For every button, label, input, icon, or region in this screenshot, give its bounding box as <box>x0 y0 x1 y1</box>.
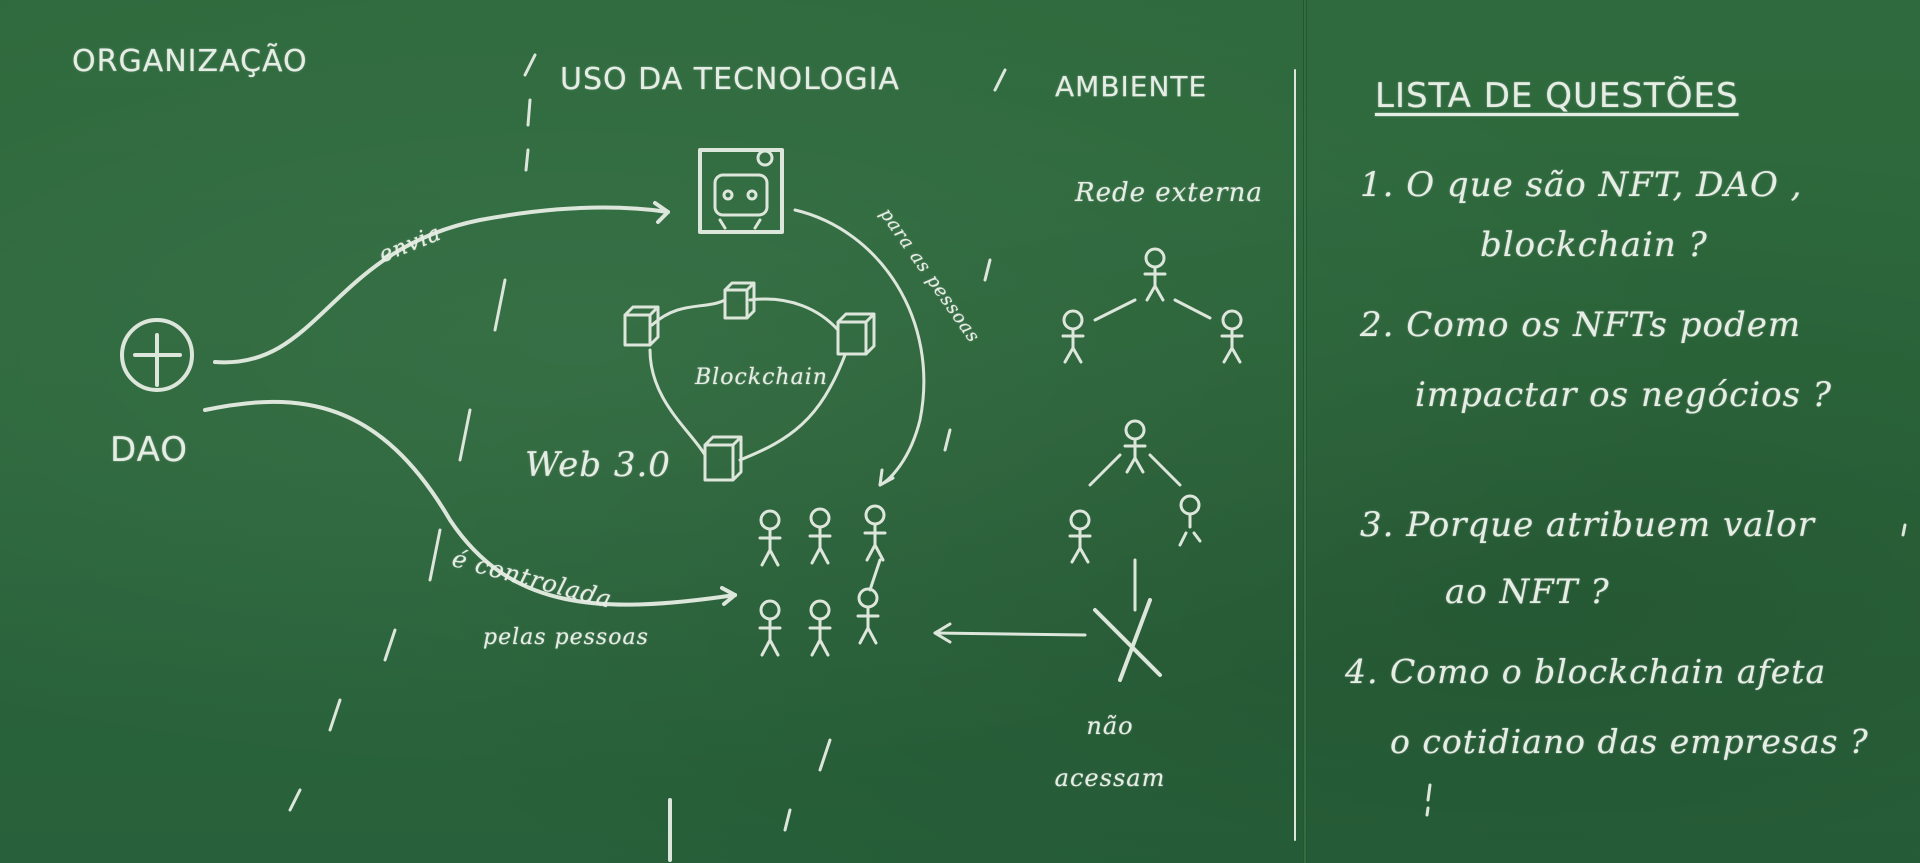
question-3-line1: 3. Porque atribuem valor <box>1360 505 1816 545</box>
people-group <box>758 504 887 657</box>
chalkboard: ORGANIZAÇÃO USO DA TECNOLOGIA AMBIENTE L… <box>0 0 1920 863</box>
external-network <box>933 247 1244 682</box>
question-1-line1: 1. O que são NFT, DAO , <box>1360 165 1803 205</box>
question-1-line2: blockchain ? <box>1480 225 1708 265</box>
question-4-line2: o cotidiano das empresas ? <box>1390 722 1869 761</box>
question-4-line1: 4. Como o blockchain afeta <box>1345 652 1827 691</box>
question-3-line2: ao NFT ? <box>1445 572 1610 612</box>
dao-symbol <box>120 318 194 392</box>
web3-label: Web 3.0 <box>525 445 671 485</box>
question-2-line1: 2. Como os NFTs podem <box>1360 305 1802 345</box>
nao-acessam-label: não acessam <box>1054 712 1166 792</box>
dao-label: DAO <box>110 430 189 470</box>
rede-externa-label: Rede externa <box>1075 178 1263 208</box>
blockchain-label: Blockchain <box>695 365 828 390</box>
pelas-pessoas-label: pelas pessoas <box>483 625 649 650</box>
question-2-line2: impactar os negócios ? <box>1415 375 1833 415</box>
nft-product-icon <box>698 148 784 234</box>
